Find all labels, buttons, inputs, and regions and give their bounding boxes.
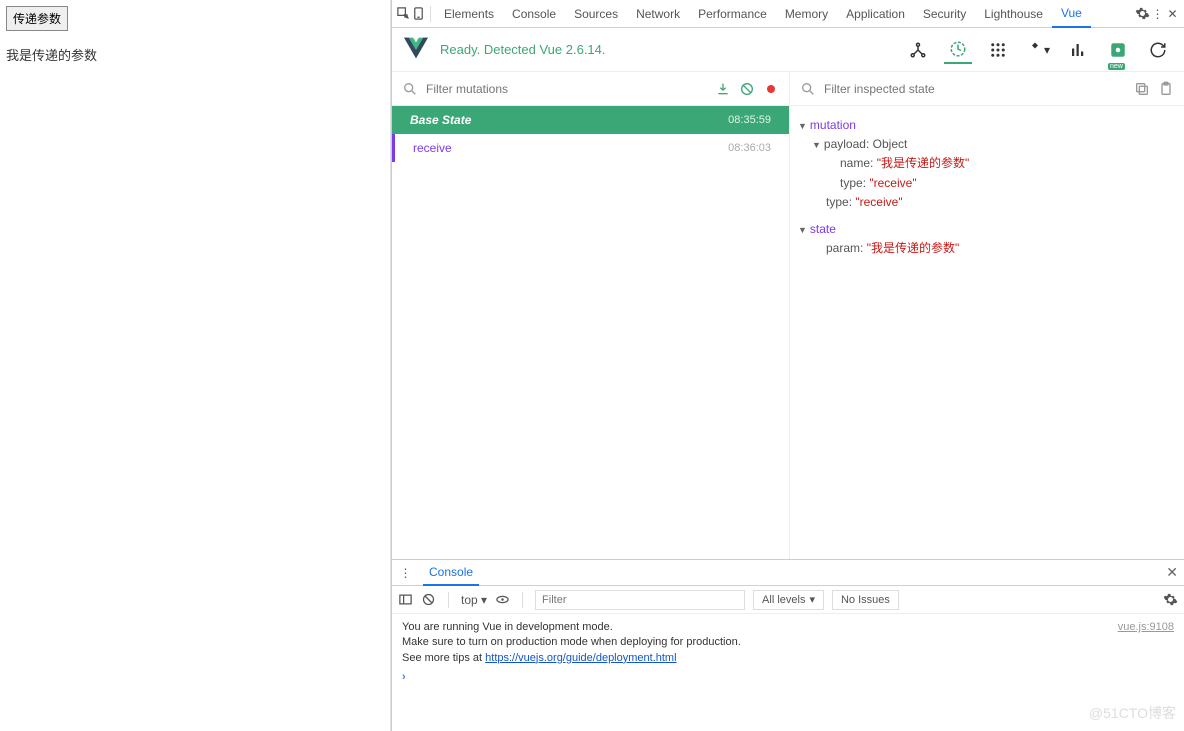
console-drawer: ⋮ Console ✕ top ▾ All levels ▾ No Issues… (392, 559, 1184, 731)
app-viewport: 传递参数 我是传递的参数 (0, 0, 391, 731)
tab-vue[interactable]: Vue (1052, 0, 1091, 28)
payload-name-row: name: "我是传递的参数" (798, 154, 1176, 173)
context-selector[interactable]: top ▾ (461, 593, 487, 607)
device-toggle-icon[interactable] (411, 6, 426, 21)
commit-all-icon[interactable] (715, 81, 731, 97)
tab-elements[interactable]: Elements (435, 0, 503, 28)
divider (448, 592, 449, 608)
record-icon[interactable] (763, 81, 779, 97)
console-deployment-link[interactable]: https://vuejs.org/guide/deployment.html (485, 652, 676, 664)
mutation-receive[interactable]: receive 08:36:03 (392, 134, 789, 162)
console-msg-line: You are running Vue in development mode. (402, 621, 613, 633)
vue-status-text: Ready. Detected Vue 2.6.14. (440, 42, 606, 57)
mutations-filter-row (392, 72, 789, 106)
search-icon (800, 81, 816, 97)
console-msg-line: See more tips at (402, 652, 485, 664)
mutation-label: receive (413, 141, 452, 155)
live-expression-icon[interactable] (495, 592, 510, 607)
console-filter-input[interactable] (535, 590, 745, 610)
components-tool-icon[interactable] (904, 36, 932, 64)
console-toolbar: top ▾ All levels ▾ No Issues (392, 586, 1184, 614)
drawer-tab-console[interactable]: Console (423, 560, 479, 586)
revert-all-icon[interactable] (739, 81, 755, 97)
mutation-node[interactable]: ▼mutation (798, 116, 1176, 135)
console-output: vue.js:9108 You are running Vue in devel… (392, 614, 1184, 731)
vue-status-bar: Ready. Detected Vue 2.6.14. ▾ (392, 28, 1184, 72)
perf-tool-icon[interactable] (1064, 36, 1092, 64)
payload-type-row: type: "receive" (798, 174, 1176, 193)
events-tool-icon[interactable] (984, 36, 1012, 64)
log-levels-selector[interactable]: All levels ▾ (753, 590, 824, 610)
tab-console[interactable]: Console (503, 0, 565, 28)
tab-application[interactable]: Application (837, 0, 914, 28)
filter-state-input[interactable] (824, 82, 1126, 96)
devtools-panel: Elements Console Sources Network Perform… (391, 0, 1184, 731)
tab-security[interactable]: Security (914, 0, 975, 28)
drawer-more-icon[interactable]: ⋮ (398, 565, 413, 580)
refresh-icon[interactable] (1144, 36, 1172, 64)
payload-node[interactable]: ▼payload: Object (798, 135, 1176, 154)
vue-tool-icons: ▾ (904, 36, 1172, 64)
mutation-time: 08:36:03 (728, 142, 771, 154)
console-msg-line: Make sure to turn on production mode whe… (402, 636, 741, 648)
tab-network[interactable]: Network (627, 0, 689, 28)
mutation-time: 08:35:59 (728, 114, 771, 126)
divider (522, 592, 523, 608)
issues-selector[interactable]: No Issues (832, 590, 899, 610)
mutation-base-state[interactable]: Base State 08:35:59 (392, 106, 789, 134)
drawer-tabbar: ⋮ Console ✕ (392, 560, 1184, 586)
filter-mutations-input[interactable] (426, 82, 707, 96)
vue-body: Base State 08:35:59 receive 08:36:03 ▼mu… (392, 72, 1184, 559)
search-icon (402, 81, 418, 97)
state-filter-row (790, 72, 1184, 106)
watermark: @51CTO博客 (1089, 703, 1176, 723)
state-node[interactable]: ▼state (798, 220, 1176, 239)
routing-tool-icon[interactable]: ▾ (1024, 36, 1052, 64)
devtools-tabbar: Elements Console Sources Network Perform… (392, 0, 1184, 28)
more-menu-icon[interactable]: ⋮ (1150, 6, 1165, 21)
console-settings-icon[interactable] (1163, 592, 1178, 607)
clipboard-icon[interactable] (1158, 81, 1174, 97)
inspected-state-column: ▼mutation ▼payload: Object name: "我是传递的参… (790, 72, 1184, 559)
state-tree: ▼mutation ▼payload: Object name: "我是传递的参… (790, 106, 1184, 268)
inspect-element-icon[interactable] (396, 6, 411, 21)
settings-tool-icon[interactable] (1104, 36, 1132, 64)
console-prompt-icon[interactable]: › (402, 671, 406, 683)
send-param-button[interactable]: 传递参数 (6, 6, 68, 31)
tab-lighthouse[interactable]: Lighthouse (975, 0, 1052, 28)
mutation-label: Base State (410, 113, 471, 127)
settings-gear-icon[interactable] (1135, 6, 1150, 21)
param-output-text: 我是传递的参数 (6, 45, 384, 64)
tab-memory[interactable]: Memory (776, 0, 837, 28)
close-devtools-icon[interactable]: ✕ (1165, 6, 1180, 21)
mutations-column: Base State 08:35:59 receive 08:36:03 (392, 72, 790, 559)
vue-logo-icon (404, 36, 428, 63)
tab-performance[interactable]: Performance (689, 0, 776, 28)
mutation-type-row: type: "receive" (798, 193, 1176, 212)
copy-icon[interactable] (1134, 81, 1150, 97)
divider (430, 6, 431, 22)
vuex-tool-icon[interactable] (944, 36, 972, 64)
console-sidebar-toggle-icon[interactable] (398, 592, 413, 607)
tab-sources[interactable]: Sources (565, 0, 627, 28)
console-source-link[interactable]: vue.js:9108 (1118, 620, 1174, 635)
clear-console-icon[interactable] (421, 592, 436, 607)
state-param-row: param: "我是传递的参数" (798, 239, 1176, 258)
drawer-close-icon[interactable]: ✕ (1166, 564, 1178, 581)
